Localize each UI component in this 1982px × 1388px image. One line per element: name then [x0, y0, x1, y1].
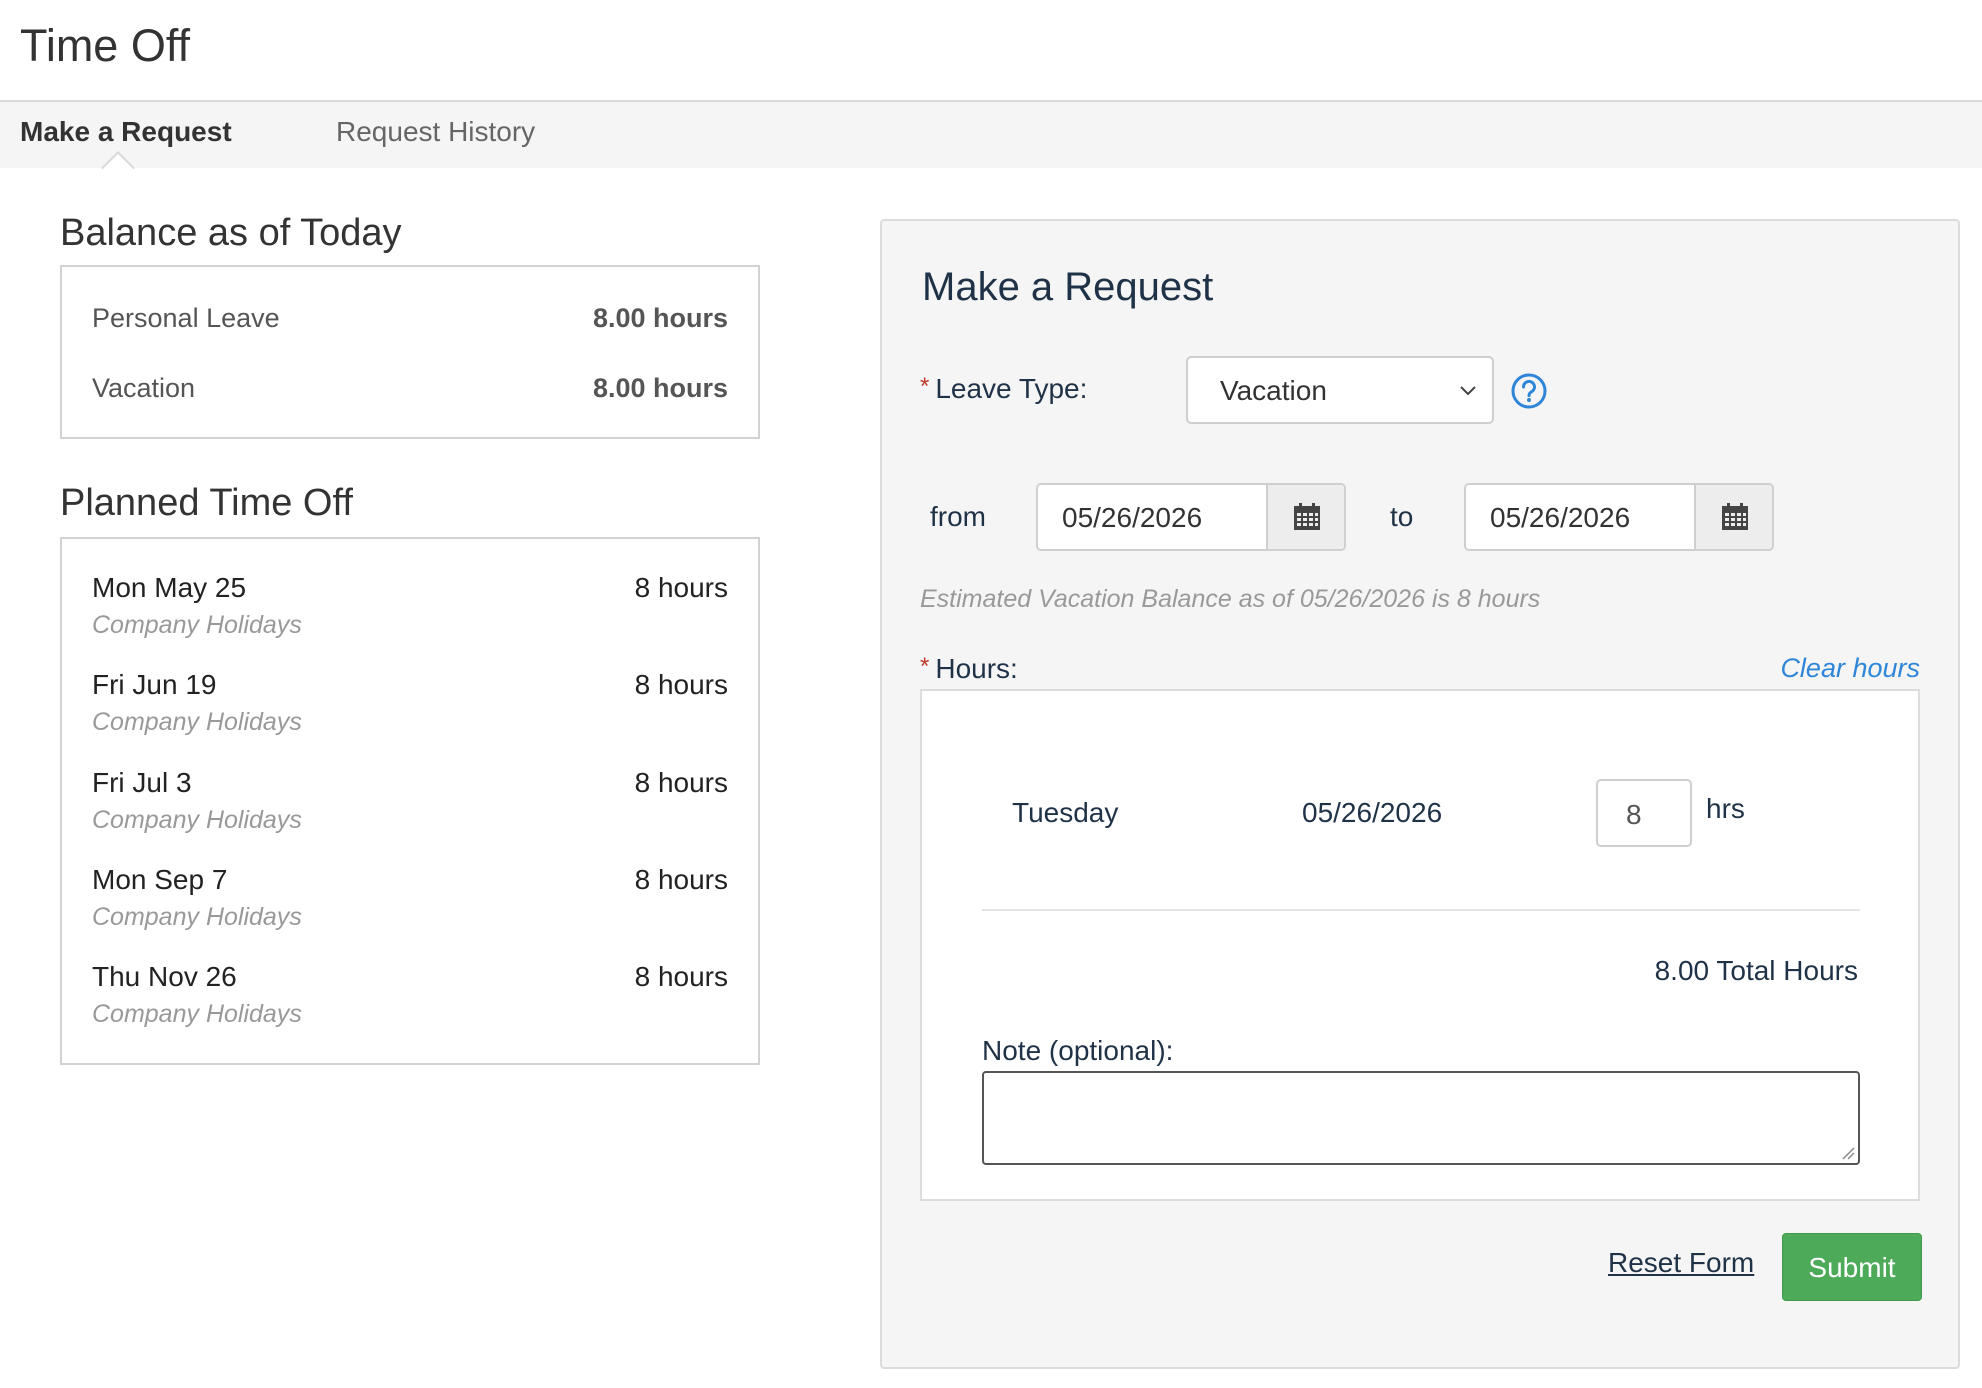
from-label: from: [930, 501, 986, 532]
pto-date: Fri Jun 19: [92, 669, 217, 700]
note-textarea[interactable]: [982, 1071, 1860, 1165]
planned-time-off-list[interactable]: Mon May 25 8 hours Company Holidays Fri …: [60, 537, 760, 1065]
leave-type-select[interactable]: Vacation: [1186, 356, 1494, 424]
to-date-value: 05/26/2026: [1490, 502, 1631, 533]
required-marker: *: [920, 653, 930, 680]
pto-hours: 8 hours: [634, 961, 728, 992]
calendar-icon: [1294, 503, 1320, 530]
pto-type: Company Holidays: [92, 708, 302, 736]
pto-type: Company Holidays: [92, 806, 302, 834]
hours-box: Tuesday 05/26/2026 8 hrs 8.00 Total Hour…: [920, 689, 1920, 1201]
pto-hours: 8 hours: [634, 864, 728, 895]
pto-hours: 8 hours: [634, 767, 728, 798]
pto-hours: 8 hours: [634, 572, 728, 603]
required-marker: *: [920, 373, 930, 400]
page-title: Time Off: [20, 20, 191, 71]
estimated-balance-text: Estimated Vacation Balance as of 05/26/2…: [920, 585, 1541, 613]
divider: [982, 909, 1860, 911]
tab-bar: Make a Request Request History: [0, 102, 1982, 168]
planned-time-off-title: Planned Time Off: [60, 482, 353, 524]
clear-hours-link[interactable]: Clear hours: [1780, 653, 1920, 684]
pto-type: Company Holidays: [92, 903, 302, 931]
pto-date: Mon May 25: [92, 572, 247, 603]
reset-form-link[interactable]: Reset Form: [1608, 1247, 1754, 1279]
submit-button-label: Submit: [1808, 1252, 1896, 1283]
balance-label: Personal Leave: [92, 303, 280, 333]
hours-unit: hrs: [1706, 793, 1745, 824]
to-date-field[interactable]: 05/26/2026: [1464, 483, 1774, 551]
day-name: Tuesday: [1012, 797, 1119, 828]
calendar-icon: [1722, 503, 1748, 530]
list-item: Mon Sep 7 8 hours Company Holidays: [92, 864, 728, 956]
top-bar: Time Off: [0, 0, 1982, 102]
from-date-field[interactable]: 05/26/2026: [1036, 483, 1346, 551]
balance-row: Personal Leave 8.00 hours: [92, 303, 728, 343]
balance-row: Vacation 8.00 hours: [92, 373, 728, 413]
pto-date: Fri Jul 3: [92, 767, 192, 798]
list-item: Thu Nov 26 8 hours Company Holidays: [92, 961, 728, 1053]
tab-request-history[interactable]: Request History: [336, 116, 535, 148]
resize-grip-icon[interactable]: [1841, 1146, 1855, 1160]
balance-title: Balance as of Today: [60, 212, 402, 254]
balance-value: 8.00 hours: [592, 303, 728, 333]
note-label: Note (optional):: [982, 1035, 1174, 1066]
to-label: to: [1390, 501, 1414, 532]
list-item: Fri Jun 19 8 hours Company Holidays: [92, 669, 728, 761]
pto-date: Thu Nov 26: [92, 961, 237, 992]
total-hours: 8.00 Total Hours: [1654, 955, 1858, 986]
help-icon[interactable]: [1510, 372, 1548, 410]
list-item: Mon May 25 8 hours Company Holidays: [92, 572, 728, 664]
submit-button[interactable]: Submit: [1782, 1233, 1922, 1301]
hours-input-value: 8: [1626, 799, 1642, 830]
hours-label: * Hours:: [920, 653, 1018, 685]
balance-value: 8.00 hours: [592, 373, 728, 403]
pto-hours: 8 hours: [634, 669, 728, 700]
pto-date: Mon Sep 7: [92, 864, 228, 895]
balance-box: Personal Leave 8.00 hours Vacation 8.00 …: [60, 265, 760, 439]
pto-type: Company Holidays: [92, 1000, 302, 1028]
pto-type: Company Holidays: [92, 611, 302, 639]
hours-label-text: Hours:: [935, 653, 1018, 684]
tab-make-a-request[interactable]: Make a Request: [20, 116, 232, 148]
leave-type-value: Vacation: [1220, 375, 1327, 406]
from-date-value: 05/26/2026: [1062, 502, 1203, 533]
chevron-down-icon: [1460, 386, 1476, 396]
balance-label: Vacation: [92, 373, 196, 403]
leave-type-label-text: Leave Type:: [935, 373, 1088, 404]
hours-input[interactable]: 8: [1596, 779, 1692, 847]
list-item: Fri Jul 3 8 hours Company Holidays: [92, 767, 728, 859]
from-date-calendar-button[interactable]: [1266, 485, 1344, 549]
leave-type-label: * Leave Type:: [920, 373, 1087, 405]
day-date: 05/26/2026: [1302, 797, 1443, 828]
request-panel-title: Make a Request: [922, 265, 1214, 309]
request-panel: Make a Request * Leave Type: Vacation fro…: [880, 219, 1960, 1369]
to-date-calendar-button[interactable]: [1694, 485, 1772, 549]
